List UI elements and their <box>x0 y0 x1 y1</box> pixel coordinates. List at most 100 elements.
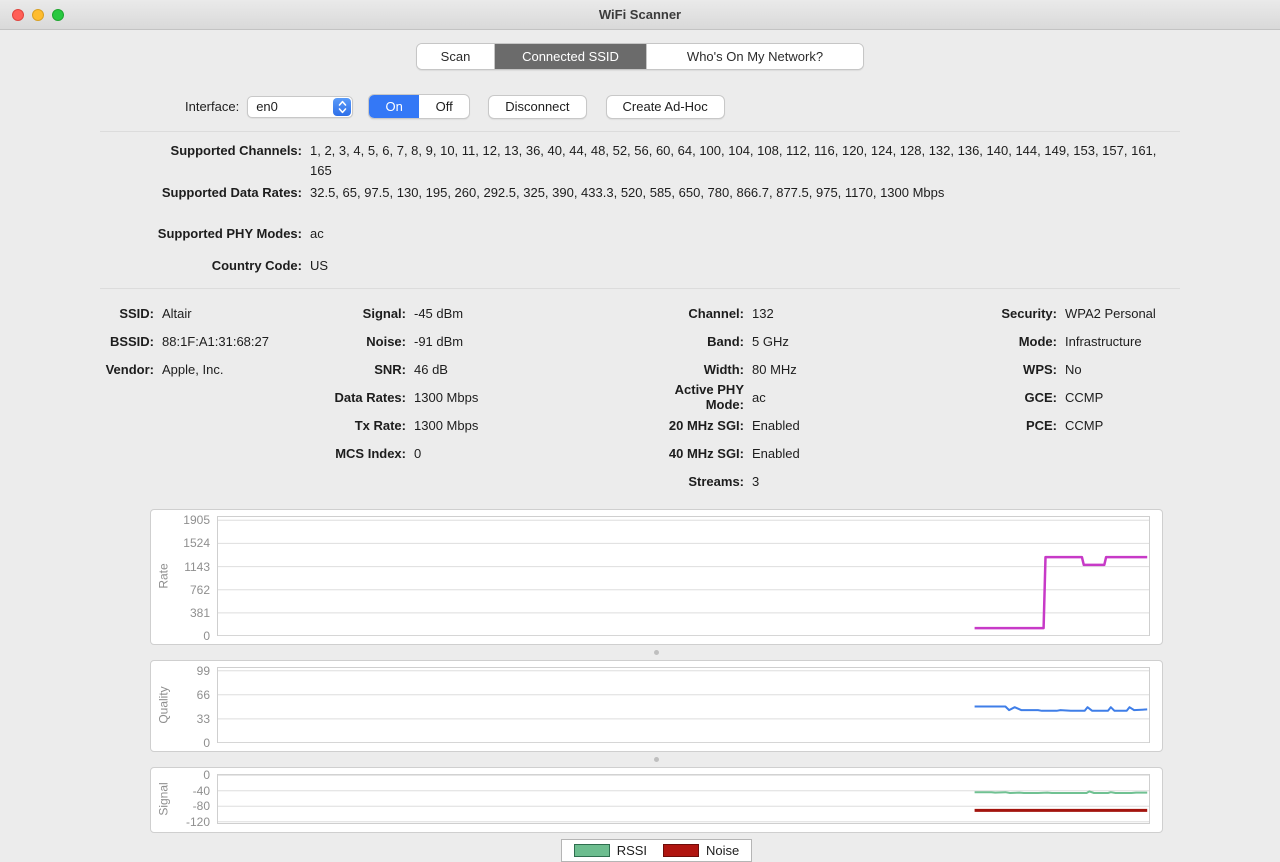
detail-row: PCE: CCMP <box>978 411 1280 439</box>
country-code-label: Country Code: <box>211 258 302 273</box>
details-column-identity: SSID: Altair BSSID: 88:1F:A1:31:68:27 Vend… <box>100 299 322 495</box>
active-phy-mode-value: ac <box>752 389 766 405</box>
signal-chart-panel: Signal -120 -80 -40 0 <box>150 767 1163 833</box>
tx-rate-value: 1300 Mbps <box>414 417 479 433</box>
ssid-value: Altair <box>162 305 192 321</box>
signal-label: Signal: <box>362 305 406 321</box>
tx-rate-label: Tx Rate: <box>354 417 406 433</box>
axis-tick-label: 99 <box>196 663 210 678</box>
axis-tick-label: 33 <box>196 711 210 726</box>
window-title: WiFi Scanner <box>598 7 682 22</box>
rate-chart-panel: Rate 0 381 762 1143 1524 1905 <box>150 509 1163 645</box>
chart-splitter[interactable] <box>150 645 1163 660</box>
mode-value: Infrastructure <box>1065 333 1142 349</box>
axis-tick-label: -80 <box>192 799 210 814</box>
chart-splitter[interactable] <box>150 752 1163 767</box>
axis-tick-label: 0 <box>203 768 210 783</box>
axis-tick-label: 1905 <box>183 513 210 528</box>
detail-row: Signal: -45 dBm <box>322 299 640 327</box>
signal-value: -45 dBm <box>414 305 464 321</box>
axis-tick-label: -40 <box>192 783 210 798</box>
width-label: Width: <box>703 361 744 377</box>
sgi20-value: Enabled <box>752 417 800 433</box>
pce-value: CCMP <box>1065 417 1104 433</box>
snr-label: SNR: <box>374 361 406 377</box>
noise-swatch-icon <box>663 844 700 857</box>
detail-row: Noise: -91 dBm <box>322 327 640 355</box>
supported-channels-label: Supported Channels: <box>170 143 302 158</box>
divider-middle <box>100 288 1180 289</box>
disconnect-button[interactable]: Disconnect <box>488 94 587 119</box>
legend-row: RSSI Noise <box>150 839 1163 862</box>
zoom-button[interactable] <box>52 8 64 21</box>
quality-axis-ticks: 0 33 66 99 <box>173 663 217 750</box>
active-phy-mode-label: Active PHY Mode: <box>674 382 744 412</box>
tab-scan[interactable]: Scan <box>417 44 495 69</box>
noise-value: -91 dBm <box>414 333 464 349</box>
detail-row: Security: WPA2 Personal <box>978 299 1280 327</box>
connection-details: SSID: Altair BSSID: 88:1F:A1:31:68:27 Vend… <box>100 299 1280 495</box>
minimize-button[interactable] <box>32 8 44 21</box>
mode-label: Mode: <box>1018 333 1057 349</box>
tab-connected-ssid[interactable]: Connected SSID <box>495 44 647 69</box>
mcs-index-value: 0 <box>414 445 422 461</box>
rate-plot <box>217 516 1150 637</box>
rate-axis-title: Rate <box>157 563 172 589</box>
detail-row: 40 MHz SGI: Enabled <box>640 439 978 467</box>
band-label: Band: <box>707 333 744 349</box>
detail-row: Streams: 3 <box>640 467 978 495</box>
off-button[interactable]: Off <box>419 95 469 118</box>
interface-select[interactable]: en0 <box>247 95 354 118</box>
mcs-index-label: MCS Index: <box>335 445 406 461</box>
wps-value: No <box>1065 361 1082 377</box>
axis-tick-label: 1524 <box>183 536 210 551</box>
noise-label: Noise: <box>366 333 406 349</box>
supported-data-rates-value: 32.5, 65, 97.5, 130, 195, 260, 292.5, 32… <box>310 185 945 200</box>
detail-row: Vendor: Apple, Inc. <box>100 355 322 383</box>
on-button[interactable]: On <box>369 95 420 118</box>
vendor-label: Vendor: <box>105 361 154 377</box>
data-rates-label: Data Rates: <box>334 389 406 405</box>
security-label: Security: <box>1001 305 1057 321</box>
detail-row: SNR: 46 dB <box>322 355 640 383</box>
bssid-label: BSSID: <box>109 333 154 349</box>
popup-stepper-icon <box>333 97 352 116</box>
supported-phy-modes-label: Supported PHY Modes: <box>157 226 302 241</box>
sgi40-label: 40 MHz SGI: <box>668 445 744 461</box>
ssid-label: SSID: <box>119 305 154 321</box>
window-controls <box>12 8 64 21</box>
rssi-swatch-icon <box>573 844 610 857</box>
streams-label: Streams: <box>688 473 744 489</box>
data-rates-value: 1300 Mbps <box>414 389 479 405</box>
country-code-value: US <box>310 258 329 273</box>
supported-phy-modes-value: ac <box>310 226 324 241</box>
wifi-scanner-window: WiFi Scanner Scan Connected SSID Who's O… <box>0 0 1280 862</box>
divider-top <box>100 131 1180 132</box>
signal-axis-ticks: -120 -80 -40 0 <box>173 768 217 829</box>
detail-row: WPS: No <box>978 355 1280 383</box>
splitter-handle-icon <box>654 650 659 655</box>
supported-data-rates-row: Supported Data Rates: 32.5, 65, 97.5, 13… <box>100 183 1180 203</box>
supported-phy-modes-row: Supported PHY Modes: ac <box>100 224 1180 244</box>
create-adhoc-button[interactable]: Create Ad-Hoc <box>605 94 725 119</box>
signal-axis-title: Signal <box>157 782 172 816</box>
sgi20-label: 20 MHz SGI: <box>668 417 744 433</box>
details-column-channel: Channel: 132 Band: 5 GHz Width: 80 MHz Acti… <box>640 299 978 495</box>
charts-section: Rate 0 381 762 1143 1524 1905 Quality 0 33 66 99… <box>150 509 1163 862</box>
streams-value: 3 <box>752 473 760 489</box>
capabilities-section: Supported Channels: 1, 2, 3, 4, 5, 6, 7,… <box>100 141 1180 276</box>
detail-row: Active PHY Mode: ac <box>640 382 978 412</box>
signal-plot <box>217 774 1150 824</box>
interface-selected-value: en0 <box>256 99 278 114</box>
chart-legend: RSSI Noise <box>560 839 753 862</box>
channel-value: 132 <box>752 305 774 321</box>
tab-whos-on-my-network[interactable]: Who's On My Network? <box>647 44 863 69</box>
vendor-value: Apple, Inc. <box>162 361 224 377</box>
detail-row: Tx Rate: 1300 Mbps <box>322 411 640 439</box>
detail-row: SSID: Altair <box>100 299 322 327</box>
quality-chart-panel: Quality 0 33 66 99 <box>150 660 1163 752</box>
tab-bar: Scan Connected SSID Who's On My Network? <box>0 43 1280 70</box>
axis-tick-label: 0 <box>203 736 210 750</box>
close-button[interactable] <box>12 8 24 21</box>
pce-label: PCE: <box>1025 417 1057 433</box>
